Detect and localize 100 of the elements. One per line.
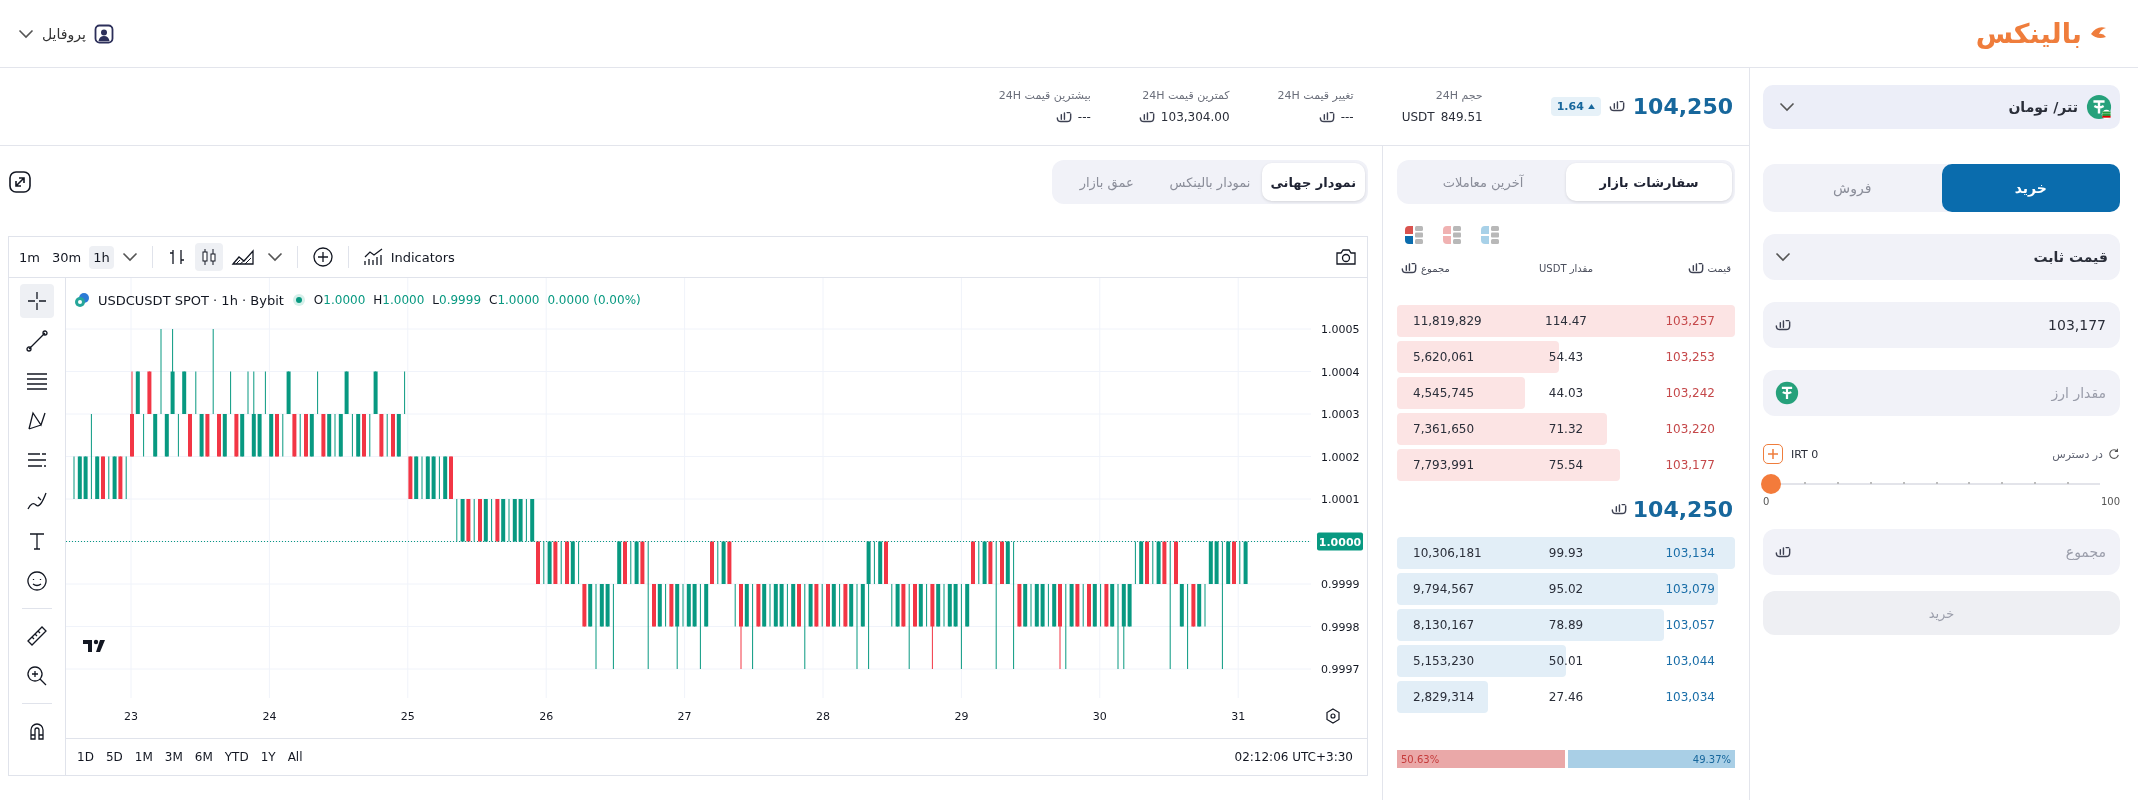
range-button[interactable]: YTD <box>219 746 254 768</box>
emoji-icon[interactable] <box>25 569 49 593</box>
currency-icon <box>1055 110 1072 124</box>
order-amount: 71.32 <box>1547 422 1585 436</box>
ohlc-value: O1.0000 <box>313 293 366 307</box>
order-price: 103,257 <box>1664 314 1716 328</box>
order-total: 7,361,650 <box>1412 422 1476 436</box>
clock-time: 02:12:06 UTC+3:30 <box>1234 750 1354 764</box>
range-button[interactable]: All <box>282 746 308 768</box>
settings-icon[interactable] <box>1326 708 1340 724</box>
date-tick: 27 <box>677 710 692 723</box>
candles-chart-type-button[interactable] <box>194 243 223 271</box>
order-total: 10,306,181 <box>1412 546 1483 560</box>
ohlc-value: C1.0000 <box>489 293 540 307</box>
deposit-button[interactable] <box>1763 444 1783 464</box>
current-price: 104,250 <box>1632 94 1733 119</box>
amount-field[interactable]: مقدار ارز <box>1763 370 2120 416</box>
order-amount: 50.01 <box>1547 654 1585 668</box>
date-tick: 29 <box>954 710 969 723</box>
date-tick: 31 <box>1231 710 1246 723</box>
profile-menu[interactable]: پروفایل <box>14 19 118 48</box>
price-tick: 0.9998 <box>1321 620 1360 634</box>
date-tick: 23 <box>124 710 138 723</box>
ruler-icon[interactable] <box>25 624 49 648</box>
range-button[interactable]: 6M <box>189 746 218 768</box>
chevron-down-icon <box>266 252 283 262</box>
symbol-title: USDCUSDT SPOT · 1h · Bybit <box>98 292 284 308</box>
stat-label: کمترین قیمت 24H <box>1142 89 1230 102</box>
currency-icon <box>1138 110 1155 124</box>
date-tick: 24 <box>262 710 277 723</box>
column-header: مقدار USDT <box>1539 263 1593 274</box>
price-tick: 1.0005 <box>1321 323 1360 336</box>
price-change: 0.0000 (0.00%) <box>547 293 641 307</box>
interval-button[interactable]: 1m <box>15 245 44 269</box>
slider-thumb[interactable] <box>1761 474 1781 494</box>
area-chart-icon[interactable] <box>230 247 255 267</box>
ohlc-value: H1.0000 <box>373 293 425 307</box>
trend-line-icon[interactable] <box>25 329 49 353</box>
order-total: 8,130,167 <box>1412 618 1476 632</box>
total-field[interactable]: مجموع <box>1763 529 2120 575</box>
current-price-badge: 1.0000 <box>1317 532 1363 551</box>
buy-share-text: 49.37% <box>1692 752 1731 767</box>
order-amount: 78.89 <box>1547 618 1585 632</box>
side-tab[interactable]: خرید <box>1941 164 2120 212</box>
pattern-icon[interactable] <box>25 409 49 433</box>
price-field[interactable]: 103,177 <box>1763 302 2120 348</box>
range-button[interactable]: 1M <box>129 746 158 768</box>
pair-selector[interactable]: تتر/ تومان <box>1763 85 2120 129</box>
expand-icon[interactable] <box>8 170 32 194</box>
chevron-down-icon <box>121 252 138 262</box>
indicators-icon <box>362 247 385 267</box>
sell-share-bar: 50.63% <box>1397 750 1569 768</box>
interval-button[interactable]: 30m <box>47 245 86 269</box>
orderbook-tab[interactable]: سفارشات بازار <box>1566 163 1732 201</box>
order-price: 103,079 <box>1664 582 1716 596</box>
slider-min: 0 <box>1763 496 1770 507</box>
currency-icon <box>1775 318 1791 332</box>
column-header: مجموع <box>1421 263 1450 274</box>
chevron-down-icon <box>1775 252 1791 262</box>
price-tick: 0.9997 <box>1321 663 1360 676</box>
order-total: 4,545,745 <box>1412 386 1476 400</box>
order-amount: 27.46 <box>1547 690 1585 704</box>
order-total: 5,153,230 <box>1412 654 1476 668</box>
stat-label: تغییر قیمت 24H <box>1277 89 1354 102</box>
column-header: قیمت <box>1707 263 1731 274</box>
price-tick: 1.0004 <box>1321 365 1360 379</box>
plus-icon <box>1767 448 1779 460</box>
both-orders-view-icon[interactable] <box>1403 224 1425 246</box>
stat-unit: USDT <box>1401 110 1435 124</box>
range-button[interactable]: 1Y <box>255 746 281 768</box>
indicators-button[interactable]: Indicators <box>358 243 459 271</box>
stat-label: بیشترین قیمت 24H <box>998 89 1091 102</box>
logo-text: بالینکس <box>1975 18 2082 49</box>
currency-icon <box>1775 545 1791 559</box>
chevron-down-icon <box>1779 102 1795 112</box>
range-button[interactable]: 3M <box>159 746 188 768</box>
date-tick: 26 <box>539 710 554 723</box>
add-icon[interactable] <box>311 246 334 268</box>
order-total: 9,794,567 <box>1412 582 1476 596</box>
order-price: 103,253 <box>1664 350 1716 364</box>
order-amount: 44.03 <box>1547 386 1585 400</box>
date-tick: 28 <box>816 710 830 723</box>
change-badge: 1.64 <box>1550 97 1601 116</box>
stat-value: --- <box>1340 110 1354 124</box>
order-price: 103,057 <box>1664 618 1716 632</box>
zoom-in-icon[interactable] <box>25 664 49 688</box>
order-total: 5,620,061 <box>1412 350 1476 364</box>
order-total: 7,793,991 <box>1412 458 1476 472</box>
chart-tab[interactable]: نمودار جهانی <box>1261 163 1365 201</box>
refresh-icon[interactable] <box>2108 448 2120 460</box>
stat-value: --- <box>1077 110 1091 124</box>
interval-button[interactable]: 1h <box>89 245 114 269</box>
order-amount: 99.93 <box>1547 546 1585 560</box>
order-type-dropdown[interactable]: قیمت ثابت <box>1763 234 2120 280</box>
currency-icon <box>1610 502 1627 516</box>
order-price: 103,034 <box>1664 690 1716 704</box>
camera-icon[interactable] <box>1335 247 1357 267</box>
range-button[interactable]: 5D <box>100 746 128 768</box>
range-button[interactable]: 1D <box>72 746 99 768</box>
order-price: 103,044 <box>1664 654 1716 668</box>
